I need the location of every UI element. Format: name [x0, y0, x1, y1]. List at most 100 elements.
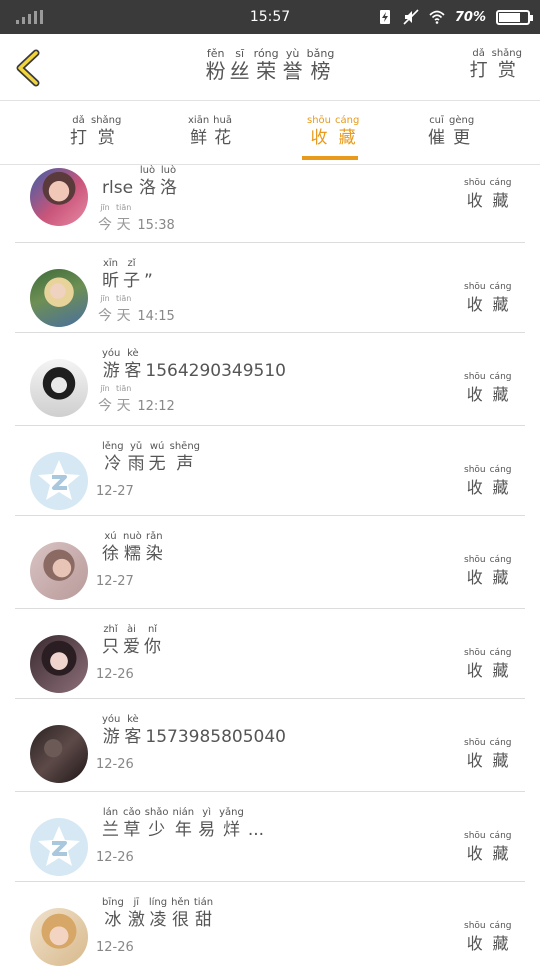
charging-icon [379, 10, 390, 24]
ruby-char: bīng 冰 [102, 897, 124, 932]
hanzi: 易 [198, 820, 216, 840]
pinyin: tiān [116, 294, 132, 303]
favorite-label[interactable]: shōu 收 cáng 藏 [462, 465, 514, 500]
reward-button[interactable]: dǎ 打 shǎng 赏 [468, 48, 524, 83]
hanzi: 爱 [123, 637, 140, 657]
ruby-char: dǎ 打 [470, 48, 488, 83]
ruby-char: cáng 藏 [490, 282, 512, 317]
time-text: 15:38 [137, 218, 175, 233]
favorite-label[interactable]: shōu 收 cáng 藏 [462, 738, 514, 773]
tab-flowers[interactable]: xiān 鲜 huā 花 [186, 115, 234, 150]
hanzi: 年 [174, 820, 192, 840]
mute-icon [403, 9, 419, 25]
ruby-char: cáng 藏 [490, 648, 512, 683]
list-item[interactable]: zhǐ 只 ài 爱 nǐ 你 12-26 shōu 收 cáng 藏 [0, 608, 540, 699]
favorite-label[interactable]: shōu 收 cáng 藏 [462, 178, 514, 213]
pinyin: fěn [206, 47, 225, 60]
avatar[interactable] [30, 359, 88, 417]
avatar[interactable] [30, 635, 88, 693]
tab-urge[interactable]: cuī 催 gèng 更 [426, 115, 476, 150]
ruby-char: yǔ 雨 [128, 441, 145, 476]
time-text: 12-26 [96, 667, 134, 682]
pinyin: shōu [464, 178, 486, 188]
ruby-char: yǎng 烊 [219, 807, 244, 842]
ruby-char: shōu 收 [464, 648, 486, 683]
default-avatar-icon[interactable] [30, 452, 88, 510]
list-item[interactable]: yóu 游 kè 客 1573985805040 12-26 shōu 收 cáng 藏 [0, 698, 540, 792]
list-item[interactable]: bīng 冰 jī 激 líng 凌 hěn 很 tián 甜 12-26 shōu 收 cáng 藏 [0, 881, 540, 966]
list-item[interactable]: xīn 昕 zǐ 子” jīn 今 tiān 天 14:15 shōu 收 cáng 藏 [0, 242, 540, 333]
pinyin: nǐ [147, 624, 158, 635]
list-item[interactable]: yóu 游 kè 客 1564290349510 jīn 今 tiān 天 12:12 shōu 收 c… [0, 332, 540, 426]
hanzi: 誉 [282, 59, 303, 83]
pinyin: cáng [489, 282, 512, 292]
pinyin: huā [213, 115, 232, 126]
favorite-label[interactable]: shōu 收 cáng 藏 [462, 831, 514, 866]
hanzi: 今 [98, 308, 112, 324]
timestamp: 12-27 [96, 571, 134, 593]
ruby-char: gèng 更 [449, 115, 474, 150]
list-item[interactable]: xú 徐 nuò 糯 rǎn 染 12-27 shōu 收 cáng 藏 [0, 515, 540, 609]
hanzi: 染 [145, 544, 163, 564]
default-avatar-icon[interactable] [30, 818, 88, 876]
ruby-char: cuī 催 [428, 115, 445, 150]
avatar[interactable] [30, 168, 88, 226]
list-item[interactable]: lěng 冷 yǔ 雨 wú 无 shēng 声 12-27 shōu 收 cáng 藏 [0, 425, 540, 516]
hanzi: 声 [176, 454, 194, 474]
name-suffix: 1573985805040 [145, 727, 286, 747]
ruby-char: jīn 今 [98, 293, 112, 328]
hanzi: 子 [123, 271, 140, 291]
hanzi: 收 [466, 934, 483, 953]
pinyin: yǎng [219, 807, 244, 818]
ruby-char: fěn 粉 [206, 48, 226, 83]
pinyin: líng [148, 897, 168, 908]
pinyin: yǔ [129, 441, 143, 452]
avatar[interactable] [30, 269, 88, 327]
hanzi: 收 [466, 568, 483, 587]
tab-reward[interactable]: dǎ 打 shǎng 赏 [68, 115, 123, 150]
hanzi: 藏 [492, 191, 509, 210]
pinyin: nuò [123, 531, 142, 542]
list-item[interactable]: rlse luò 洛 luò 洛 jīn 今 tiān 天 15:38 shōu 收 cáng 藏 [0, 165, 540, 243]
pinyin: cáng [489, 555, 512, 565]
favorite-label[interactable]: shōu 收 cáng 藏 [462, 555, 514, 590]
pinyin: rǎn [146, 531, 163, 542]
timestamp: 12-26 [96, 754, 134, 776]
name-prefix: rlse [102, 178, 134, 198]
header: fěn 粉 sī 丝 róng 荣 yù 誉 bǎng 榜 dǎ 打 shǎng 赏 [0, 34, 540, 101]
time-text: 14:15 [137, 309, 175, 324]
list-item[interactable]: lán 兰 cǎo 草 shǎo 少 nián 年 yì 易 yǎng 烊... 12-26 shōu 收 c… [0, 791, 540, 882]
hanzi: 荣 [256, 59, 277, 83]
hanzi: 粉 [205, 59, 226, 83]
favorite-label[interactable]: shōu 收 cáng 藏 [462, 648, 514, 683]
timestamp: 12-26 [96, 937, 134, 959]
avatar[interactable] [30, 908, 88, 966]
ruby-char: xú 徐 [102, 531, 119, 566]
tab-favorites[interactable]: shōu 收 cáng 藏 [305, 115, 361, 150]
favorite-label[interactable]: shōu 收 cáng 藏 [462, 372, 514, 407]
hanzi: 藏 [492, 661, 509, 680]
avatar[interactable] [30, 725, 88, 783]
hanzi: 藏 [492, 934, 509, 953]
ruby-char: shǎng 赏 [91, 115, 121, 150]
pinyin: shōu [464, 555, 486, 565]
hanzi: 藏 [338, 128, 356, 148]
pinyin: zhǐ [103, 624, 118, 635]
pinyin: luò [139, 165, 156, 176]
ruby-char: róng 荣 [254, 48, 279, 83]
user-name: yóu 游 kè 客 1573985805040 [100, 714, 286, 749]
favorite-label[interactable]: shōu 收 cáng 藏 [462, 921, 514, 956]
pinyin: shēng [169, 441, 201, 452]
user-name: lán 兰 cǎo 草 shǎo 少 nián 年 yì 易 yǎng 烊... [100, 807, 264, 842]
hanzi: 冷 [104, 454, 122, 474]
ruby-char: cáng 藏 [490, 555, 512, 590]
favorite-label[interactable]: shōu 收 cáng 藏 [462, 282, 514, 317]
pinyin: yóu [102, 348, 121, 359]
hanzi: 只 [102, 637, 119, 657]
ruby-char: cáng 藏 [490, 465, 512, 500]
pinyin: shōu [464, 465, 486, 475]
hanzi: 徐 [102, 544, 119, 564]
avatar[interactable] [30, 542, 88, 600]
pinyin: shǎo [144, 807, 169, 818]
pinyin: gèng [449, 115, 475, 126]
